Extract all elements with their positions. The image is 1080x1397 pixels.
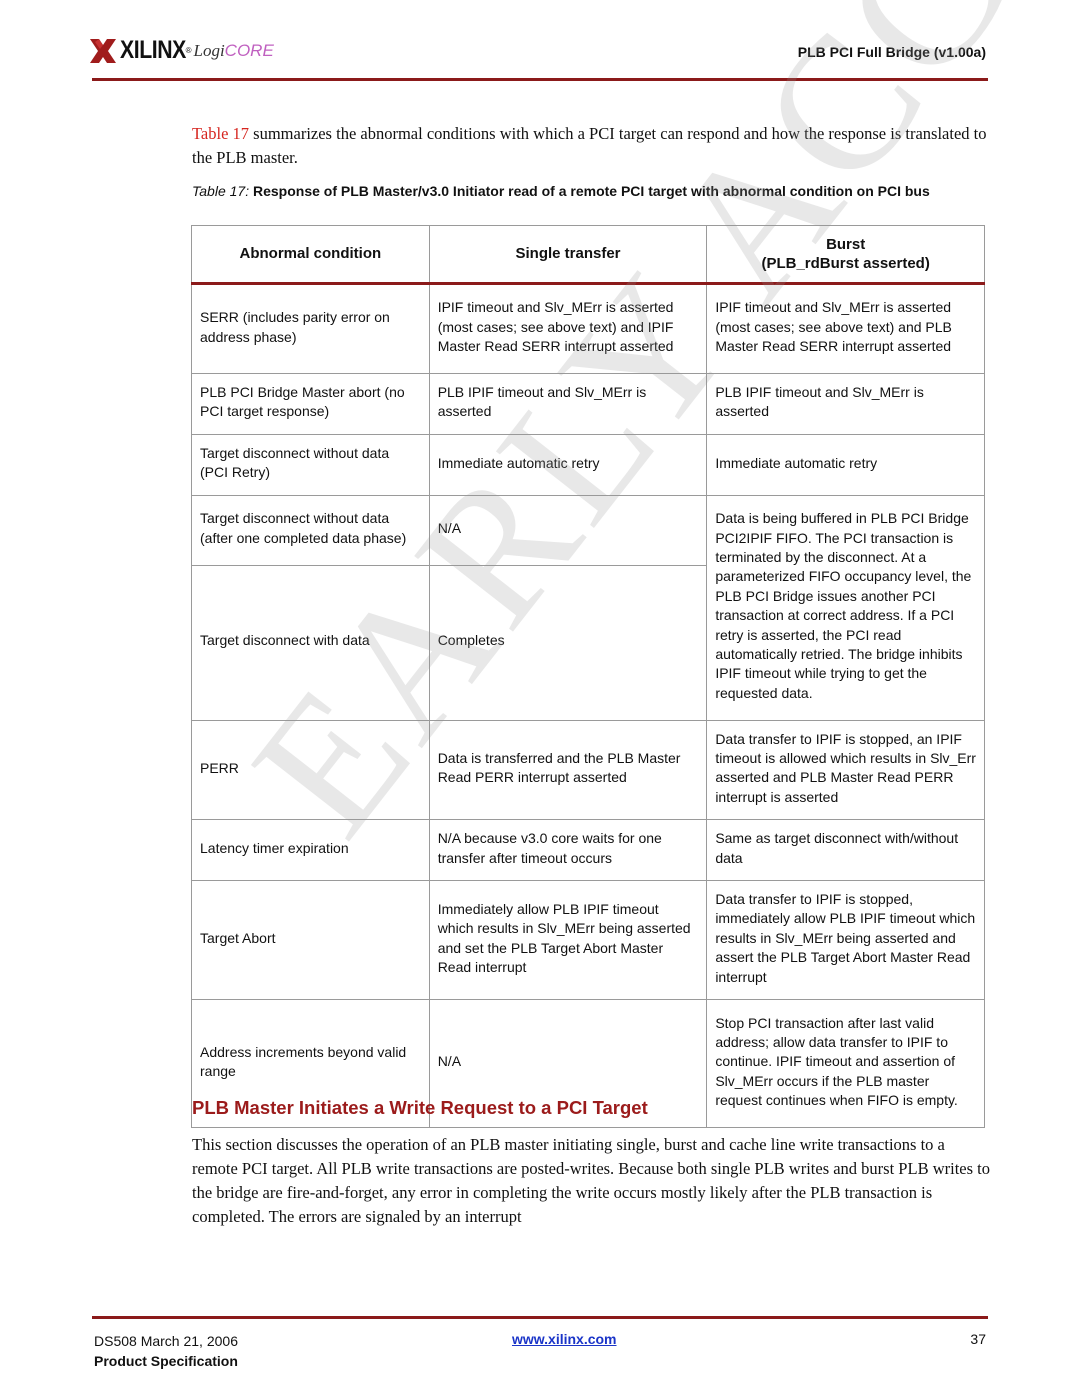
header-burst: Burst (PLB_rdBurst asserted)	[706, 225, 985, 285]
cell-condition: Target disconnect with data	[191, 564, 430, 721]
table-caption: Table 17: Response of PLB Master/v3.0 In…	[192, 181, 992, 201]
cell-single: N/A because v3.0 core waits for one tran…	[428, 819, 708, 882]
table-row: Latency timer expiration N/A because v3.…	[191, 819, 985, 882]
header-burst-line2: (PLB_rdBurst asserted)	[761, 255, 930, 272]
table-caption-text: Response of PLB Master/v3.0 Initiator re…	[249, 183, 930, 199]
cell-burst-merged: Data is being buffered in PLB PCI Bridge…	[706, 494, 985, 721]
intro-text: summarizes the abnormal conditions with …	[192, 124, 987, 167]
table-row: Target disconnect without data (PCI Retr…	[191, 433, 985, 496]
xilinx-logo: XILINX ® LogiCORE	[90, 36, 274, 65]
xilinx-wordmark: XILINX	[120, 36, 186, 64]
cell-burst: Stop PCI transaction after last valid ad…	[706, 999, 985, 1129]
page-number: 37	[970, 1331, 986, 1347]
abnormal-conditions-table: Abnormal condition Single transfer Burst…	[191, 225, 985, 1129]
cell-burst: Data transfer to IPIF is stopped, immedi…	[706, 880, 985, 1001]
document-title: PLB PCI Full Bridge (v1.00a)	[797, 44, 986, 60]
cell-condition: SERR (includes parity error on address p…	[191, 283, 430, 374]
cell-single: Completes	[428, 564, 708, 721]
footer-spec-label: Product Specification	[94, 1353, 238, 1369]
cell-single: Immediately allow PLB IPIF timeout which…	[428, 880, 708, 1001]
header-abnormal-condition: Abnormal condition	[191, 225, 430, 285]
cell-condition: PLB PCI Bridge Master abort (no PCI targ…	[191, 373, 430, 435]
cell-single: PLB IPIF timeout and Slv_MErr is asserte…	[428, 373, 708, 435]
cell-burst: Same as target disconnect with/without d…	[706, 819, 985, 882]
header-burst-line1: Burst	[826, 235, 866, 253]
xilinx-logo-icon	[90, 38, 116, 63]
cell-condition: Target disconnect without data (PCI Retr…	[191, 433, 430, 496]
header-divider	[92, 78, 988, 81]
section-heading: PLB Master Initiates a Write Request to …	[192, 1097, 648, 1118]
cell-burst: IPIF timeout and Slv_MErr is asserted (m…	[706, 283, 985, 374]
table-row: PLB PCI Bridge Master abort (no PCI targ…	[191, 373, 985, 435]
table-row: Target disconnect without data (after on…	[191, 494, 985, 721]
footer-divider	[92, 1316, 988, 1319]
table-row: SERR (includes parity error on address p…	[191, 283, 985, 374]
table-caption-label: Table 17:	[192, 183, 250, 199]
cell-condition: PERR	[191, 719, 430, 821]
cell-burst: Data transfer to IPIF is stopped, an IPI…	[706, 719, 985, 821]
cell-burst: PLB IPIF timeout and Slv_MErr is asserte…	[706, 373, 985, 435]
cell-condition: Target Abort	[191, 880, 430, 1001]
logicore-logo: LogiCORE	[193, 41, 273, 61]
xilinx-website-link[interactable]: www.xilinx.com	[512, 1331, 617, 1347]
table-17-link[interactable]: Table 17	[192, 124, 249, 143]
header-single-transfer: Single transfer	[428, 225, 708, 285]
table-row: PERR Data is transferred and the PLB Mas…	[191, 719, 985, 821]
section-body-paragraph: This section discusses the operation of …	[192, 1135, 990, 1226]
logicore-suffix: CORE	[224, 40, 274, 60]
table-header-row: Abnormal condition Single transfer Burst…	[191, 225, 985, 285]
cell-single: Immediate automatic retry	[428, 433, 708, 496]
footer-doc-date: DS508 March 21, 2006	[94, 1333, 238, 1349]
cell-burst: Immediate automatic retry	[706, 433, 985, 496]
cell-single: N/A	[428, 494, 708, 566]
intro-paragraph: Table 17 summarizes the abnormal conditi…	[192, 122, 992, 170]
table-row: Target Abort Immediately allow PLB IPIF …	[191, 880, 985, 1001]
logicore-prefix: Logi	[193, 40, 225, 60]
registered-mark: ®	[185, 46, 192, 55]
footer-doc-info: DS508 March 21, 2006 Product Specificati…	[94, 1331, 238, 1371]
cell-single: Data is transferred and the PLB Master R…	[428, 719, 708, 821]
cell-condition: Latency timer expiration	[191, 819, 430, 882]
cell-single: IPIF timeout and Slv_MErr is asserted (m…	[428, 283, 708, 374]
cell-condition: Target disconnect without data (after on…	[191, 494, 430, 566]
